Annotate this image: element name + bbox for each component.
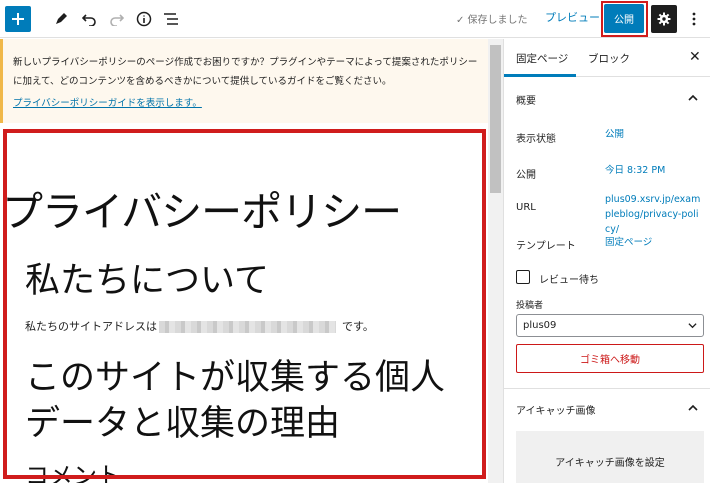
chevron-down-icon [688, 323, 697, 329]
preview-button[interactable]: プレビュー [545, 9, 600, 25]
featured-image-panel-header[interactable]: アイキャッチ画像 [504, 388, 710, 428]
publish-date-value[interactable]: 今日 8:32 PM [605, 163, 665, 178]
notice-text: 新しいプライバシーポリシーのページ作成でお困りですか？プラグインやテーマによって… [13, 57, 478, 87]
move-to-trash-button[interactable]: ゴミ箱へ移動 [516, 344, 704, 373]
editor-scrollbar-thumb[interactable] [490, 45, 501, 193]
list-view-icon [164, 13, 178, 25]
pencil-icon [56, 13, 67, 24]
redo-icon [110, 14, 124, 26]
publish-button[interactable]: 公開 [604, 4, 644, 33]
more-options-button[interactable] [684, 6, 704, 32]
url-label: URL [516, 202, 536, 213]
close-sidebar-icon[interactable]: ✕ [689, 49, 701, 65]
sidebar-tabs: 固定ページ ブロック ✕ [504, 39, 710, 77]
chevron-up-icon [688, 94, 698, 101]
settings-button[interactable] [651, 5, 677, 33]
author-select[interactable]: plus09 [516, 314, 704, 337]
privacy-policy-notice: 新しいプライバシーポリシーのページ作成でお困りですか？プラグインやテーマによって… [0, 39, 488, 123]
info-icon [136, 11, 152, 27]
template-label: テンプレート [516, 241, 576, 252]
redo-button[interactable] [104, 6, 130, 32]
gear-icon [657, 12, 671, 26]
summary-title: 概要 [516, 96, 536, 107]
saved-status: ✓ 保存しました [456, 15, 528, 26]
tab-page[interactable]: 固定ページ [516, 51, 568, 66]
author-selected-value: plus09 [523, 320, 557, 331]
tab-block[interactable]: ブロック [588, 51, 630, 66]
settings-sidebar: 固定ページ ブロック ✕ 概要 表示状態 公開 公開 今日 8:32 PM UR… [503, 39, 710, 483]
details-button[interactable] [131, 6, 157, 32]
chevron-up-icon [688, 404, 698, 411]
active-tab-indicator [504, 74, 576, 77]
kebab-menu-icon [692, 12, 696, 26]
pending-review-label: レビュー待ち [539, 275, 599, 286]
add-block-button[interactable] [5, 6, 31, 32]
visibility-value[interactable]: 公開 [605, 127, 624, 142]
top-toolbar: ✓ 保存しました プレビュー 公開 [0, 0, 710, 38]
plus-icon [12, 13, 24, 25]
block-editor: ✓ 保存しました プレビュー 公開 新しいプライバシーポリシーのページ作成でお困… [0, 0, 710, 483]
url-value[interactable]: plus09.xsrv.jp/exampleblog/privacy-polic… [605, 192, 701, 237]
visibility-label: 表示状態 [516, 134, 556, 145]
pending-review-checkbox[interactable] [516, 270, 530, 284]
content-highlight-frame [3, 129, 486, 479]
template-value[interactable]: 固定ページ [605, 235, 652, 250]
summary-panel-header[interactable]: 概要 [504, 78, 710, 118]
publish-date-label: 公開 [516, 170, 536, 181]
tools-button[interactable] [48, 6, 74, 32]
featured-image-title: アイキャッチ画像 [516, 406, 596, 417]
set-featured-image-button[interactable]: アイキャッチ画像を設定 [516, 431, 704, 483]
undo-button[interactable] [76, 6, 102, 32]
privacy-guide-link[interactable]: プライバシーポリシーガイドを表示します。 [13, 95, 202, 109]
author-label: 投稿者 [516, 301, 544, 311]
outline-button[interactable] [158, 6, 184, 32]
undo-icon [82, 14, 96, 26]
